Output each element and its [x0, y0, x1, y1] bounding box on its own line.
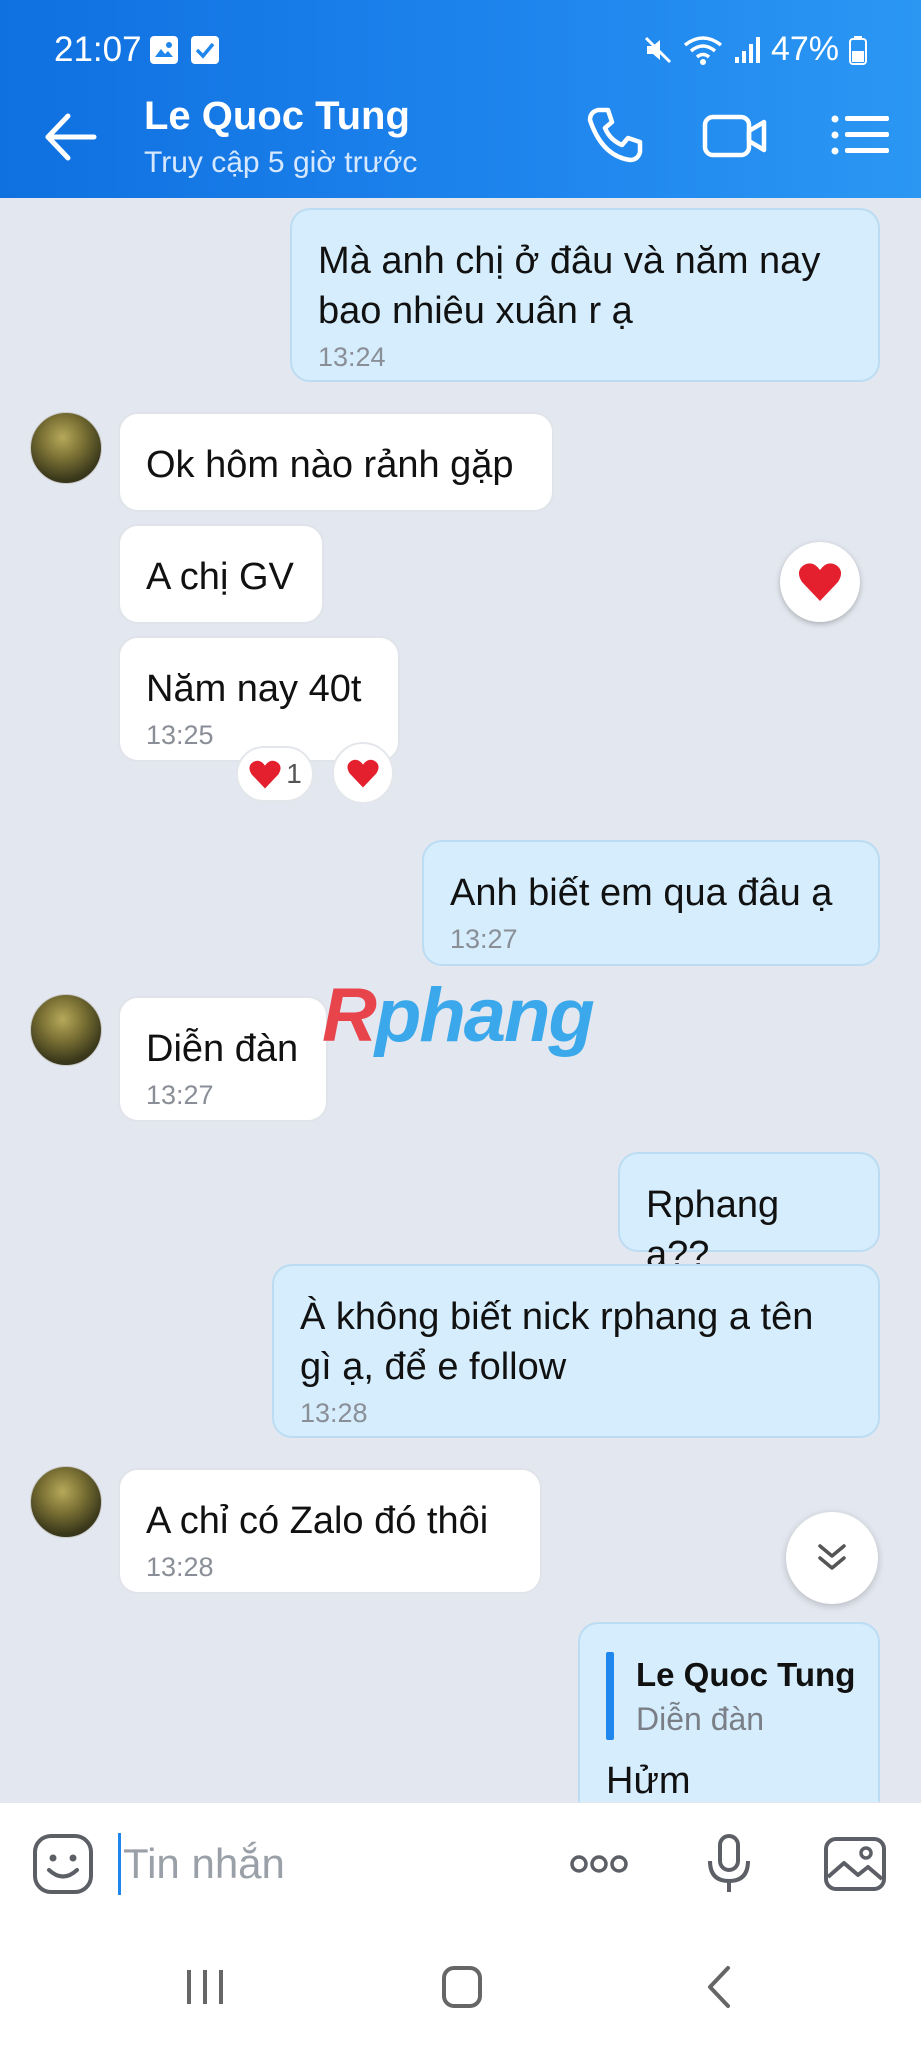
message-text: A chị GV: [146, 556, 294, 598]
message-time: 13:24: [318, 342, 386, 372]
image-gallery-icon[interactable]: [822, 1831, 888, 1897]
message-time: 13:27: [450, 924, 518, 954]
top-bar: 21:07 47% Le Quoc Tung Truy cập 5 giờ tr…: [0, 0, 921, 198]
message-text: À không biết nick rphang a tên: [300, 1296, 814, 1338]
system-nav-bar: [0, 1926, 921, 2048]
gallery-notification-icon: [150, 36, 178, 64]
more-options-icon[interactable]: [566, 1831, 632, 1897]
avatar[interactable]: [30, 994, 102, 1066]
wifi-icon: [683, 35, 723, 65]
chat-header: Le Quoc Tung Truy cập 5 giờ trước: [0, 72, 921, 198]
message-bubble-sent[interactable]: À không biết nick rphang a tên gì ạ, để …: [272, 1264, 880, 1438]
message-bubble-sent[interactable]: Mà anh chị ở đâu và năm nay bao nhiêu xu…: [290, 208, 880, 382]
status-indicators: 47%: [643, 30, 867, 69]
heart-reaction-button[interactable]: [780, 542, 860, 622]
status-time: 21:07: [54, 30, 142, 69]
heart-icon: [249, 760, 281, 789]
double-chevron-down-icon: [818, 1544, 846, 1570]
reaction-count-badge[interactable]: 1: [236, 746, 314, 802]
reaction-count: 1: [286, 758, 302, 789]
battery-percent: 47%: [770, 30, 839, 68]
heart-icon: [798, 563, 842, 601]
message-text: Hửm: [606, 1760, 691, 1802]
quoted-text: Diễn đàn: [636, 1701, 765, 1737]
add-heart-reaction-button[interactable]: [332, 742, 394, 804]
back-arrow-icon[interactable]: [36, 102, 106, 172]
scroll-to-bottom-button[interactable]: [786, 1512, 878, 1604]
message-text: Diễn đàn: [146, 1028, 299, 1070]
microphone-icon[interactable]: [696, 1831, 762, 1897]
message-input[interactable]: [118, 1833, 538, 1895]
message-input-bar: [0, 1802, 921, 1926]
signal-icon: [734, 36, 760, 63]
phone-call-icon[interactable]: [580, 100, 650, 170]
message-bubble-received[interactable]: A chị GV: [118, 524, 324, 624]
message-text: Năm nay 40t: [146, 668, 362, 710]
watermark-logo: Rphang: [322, 973, 595, 1058]
contact-last-seen: Truy cập 5 giờ trước: [144, 146, 418, 179]
message-bubble-reply[interactable]: Le Quoc Tung Diễn đàn Hửm: [578, 1622, 880, 1802]
quote-bar: [606, 1652, 614, 1740]
battery-icon: [849, 35, 867, 65]
menu-list-icon[interactable]: [825, 100, 895, 170]
quoted-sender: Le Quoc Tung: [636, 1656, 856, 1693]
message-time: 13:28: [300, 1398, 368, 1428]
avatar[interactable]: [30, 412, 102, 484]
message-text: bao nhiêu xuân r ạ: [318, 290, 633, 332]
mute-icon: [644, 36, 671, 63]
message-text: Anh biết em qua đâu ạ: [450, 872, 833, 914]
avatar[interactable]: [30, 1466, 102, 1538]
message-text: gì ạ, để e follow: [300, 1346, 567, 1388]
message-bubble-sent[interactable]: Rphang ạ??: [618, 1152, 880, 1276]
video-call-icon[interactable]: [700, 100, 770, 170]
message-text: Rphang ạ??: [646, 1184, 780, 1276]
task-notification-icon: [191, 36, 219, 64]
message-text: Ok hôm nào rảnh gặp: [146, 444, 514, 486]
contact-name[interactable]: Le Quoc Tung: [144, 94, 410, 139]
message-bubble-sent[interactable]: Anh biết em qua đâu ạ 13:27: [422, 840, 880, 966]
recent-apps-icon[interactable]: [175, 1962, 235, 2012]
message-bubble-received[interactable]: Ok hôm nào rảnh gặp: [118, 412, 554, 512]
message-bubble-received[interactable]: A chỉ có Zalo đó thôi 13:28: [118, 1468, 542, 1594]
heart-icon: [347, 759, 379, 788]
message-time: 13:27: [146, 1080, 214, 1110]
sticker-emoji-icon[interactable]: [30, 1831, 96, 1897]
chat-messages[interactable]: Mà anh chị ở đâu và năm nay bao nhiêu xu…: [0, 198, 921, 1802]
home-icon[interactable]: [432, 1962, 492, 2012]
status-bar: 21:07 47%: [0, 0, 921, 72]
message-text: A chỉ có Zalo đó thôi: [146, 1500, 489, 1542]
message-text: Mà anh chị ở đâu và năm nay: [318, 240, 821, 282]
back-icon[interactable]: [690, 1962, 750, 2012]
message-bubble-received[interactable]: Diễn đàn 13:27: [118, 996, 328, 1122]
message-time: 13:28: [146, 1552, 214, 1582]
